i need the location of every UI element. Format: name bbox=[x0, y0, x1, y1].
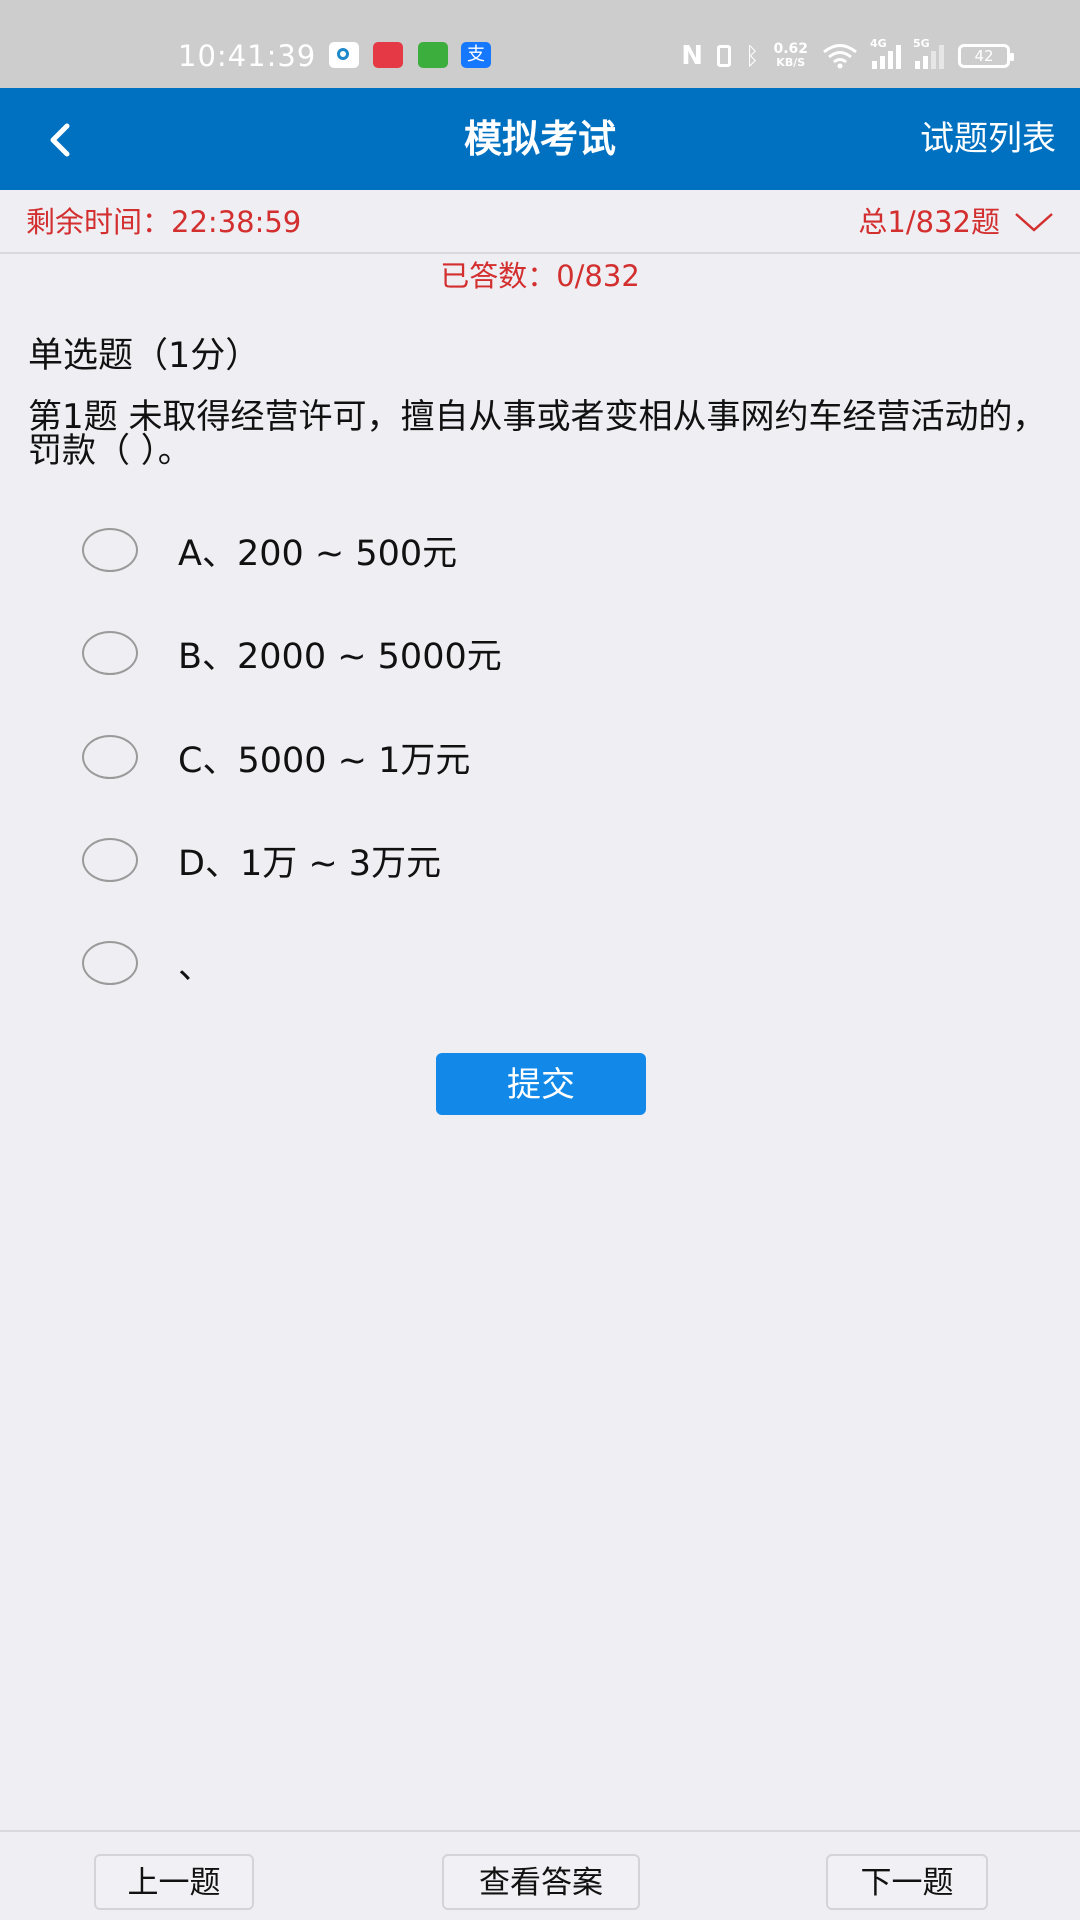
nfc-icon: N bbox=[681, 41, 704, 71]
radio-button[interactable] bbox=[82, 528, 138, 572]
wifi-icon bbox=[823, 44, 857, 69]
page-title: 模拟考试 bbox=[463, 117, 616, 161]
battery-level: 42 bbox=[974, 47, 994, 65]
view-answer-button[interactable]: 查看答案 bbox=[442, 1854, 640, 1910]
signal-icon: 4G bbox=[870, 37, 901, 69]
remaining-time-value: 22:38:59 bbox=[171, 205, 302, 239]
answered-count: 已答数：0/832 bbox=[440, 259, 640, 293]
app-bar: 模拟考试 试题列表 bbox=[0, 88, 1080, 190]
chevron-down-icon bbox=[1015, 213, 1053, 232]
app-notification-icon bbox=[329, 42, 359, 68]
radio-button[interactable] bbox=[82, 941, 138, 985]
option-label: A、200 ~ 500元 bbox=[178, 533, 458, 574]
battery-icon: 42 bbox=[958, 44, 1014, 68]
option-label: C、5000 ~ 1万元 bbox=[178, 740, 471, 781]
app-notification-icon: 支 bbox=[461, 42, 491, 68]
previous-question-button[interactable]: 上一题 bbox=[94, 1854, 254, 1910]
question-progress-dropdown[interactable]: 总1/832题 bbox=[858, 202, 1054, 242]
signal-icon: 5G bbox=[913, 37, 944, 69]
question-progress: 总1/832题 bbox=[858, 205, 1000, 239]
status-icons: N ᛒ 0.62 KB/S 4G 5G 42 bbox=[681, 37, 1014, 72]
status-time: 10:41:39 bbox=[178, 39, 317, 73]
net-speed-value: 0.62 bbox=[773, 41, 808, 57]
vibrate-icon bbox=[717, 45, 732, 67]
remaining-time: 剩余时间：22:38:59 bbox=[26, 202, 301, 242]
next-question-button[interactable]: 下一题 bbox=[826, 1854, 988, 1910]
option-label: B、2000 ~ 5000元 bbox=[178, 636, 502, 677]
app-notification-icon bbox=[373, 42, 403, 68]
option-e[interactable]: 、 bbox=[82, 928, 982, 998]
option-c[interactable]: C、5000 ~ 1万元 bbox=[82, 722, 982, 792]
option-a[interactable]: A、200 ~ 500元 bbox=[82, 515, 982, 585]
option-label: 、 bbox=[178, 946, 214, 987]
remaining-time-label: 剩余时间： bbox=[26, 205, 172, 239]
question-text: 第1题 未取得经营许可，擅自从事或者变相从事网约车经营活动的，罚款（ ）。 bbox=[28, 397, 1047, 471]
net-speed: 0.62 KB/S bbox=[773, 41, 808, 69]
radio-button[interactable] bbox=[82, 735, 138, 779]
app-notification-icon bbox=[418, 42, 448, 68]
signal-label: 4G bbox=[870, 37, 887, 50]
submit-button[interactable]: 提交 bbox=[436, 1053, 646, 1115]
option-d[interactable]: D、1万 ~ 3万元 bbox=[82, 825, 982, 895]
radio-button[interactable] bbox=[82, 631, 138, 675]
radio-button[interactable] bbox=[82, 838, 138, 882]
bluetooth-icon: ᛒ bbox=[745, 42, 760, 70]
question-type: 单选题（1分） bbox=[28, 336, 261, 376]
option-label: D、1万 ~ 3万元 bbox=[178, 843, 442, 884]
exam-info-bar: 剩余时间：22:38:59 总1/832题 bbox=[0, 190, 1080, 254]
net-speed-unit: KB/S bbox=[776, 56, 806, 69]
option-b[interactable]: B、2000 ~ 5000元 bbox=[82, 618, 982, 688]
bottom-nav: 上一题 查看答案 下一题 bbox=[0, 1830, 1080, 1920]
status-bar: 10:41:39 支 N ᛒ 0.62 KB/S 4G 5G 42 bbox=[0, 0, 1080, 88]
question-list-link[interactable]: 试题列表 bbox=[920, 116, 1056, 162]
signal-label: 5G bbox=[913, 37, 930, 50]
